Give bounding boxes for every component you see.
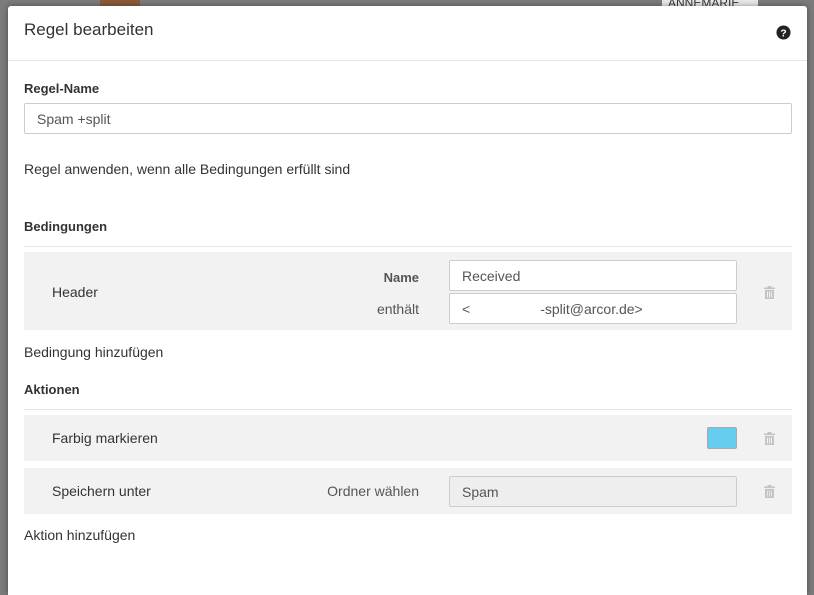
svg-text:?: ? [780,28,786,39]
header-value-input[interactable] [449,293,737,324]
action-color-title: Farbig markieren [52,430,158,446]
dialog-header: Regel bearbeiten ? [8,6,807,61]
header-name-input[interactable] [449,260,737,291]
help-icon[interactable]: ? [776,25,791,40]
conditions-heading: Bedingungen [24,219,108,234]
action-save-title: Speichern unter [52,483,151,499]
trash-icon[interactable] [764,432,775,445]
condition-operator-label: enthält [376,301,419,317]
edit-rule-dialog: Regel bearbeiten ? Regel-Name Regel anwe… [8,6,807,595]
action-row-save: Speichern unter Ordner wählen [24,468,792,514]
color-picker-swatch[interactable] [707,427,737,449]
folder-select-label: Ordner wählen [327,483,419,499]
condition-type-label: Header [52,284,98,300]
condition-row: Header Name enthält [24,252,792,330]
dialog-title: Regel bearbeiten [24,20,154,39]
condition-name-label: Name [383,270,419,285]
trash-icon[interactable] [764,485,775,498]
add-action-link[interactable]: Aktion hinzufügen [24,527,135,543]
action-row-color: Farbig markieren [24,415,792,461]
actions-heading: Aktionen [24,382,80,397]
conditions-divider [24,246,792,247]
trash-icon[interactable] [764,286,775,299]
rule-name-label: Regel-Name [24,81,100,96]
add-condition-link[interactable]: Bedingung hinzufügen [24,344,163,360]
apply-rule-text: Regel anwenden, wenn alle Bedingungen er… [24,161,351,177]
actions-divider [24,409,792,410]
rule-name-input[interactable] [24,103,792,134]
folder-input[interactable] [449,476,737,507]
